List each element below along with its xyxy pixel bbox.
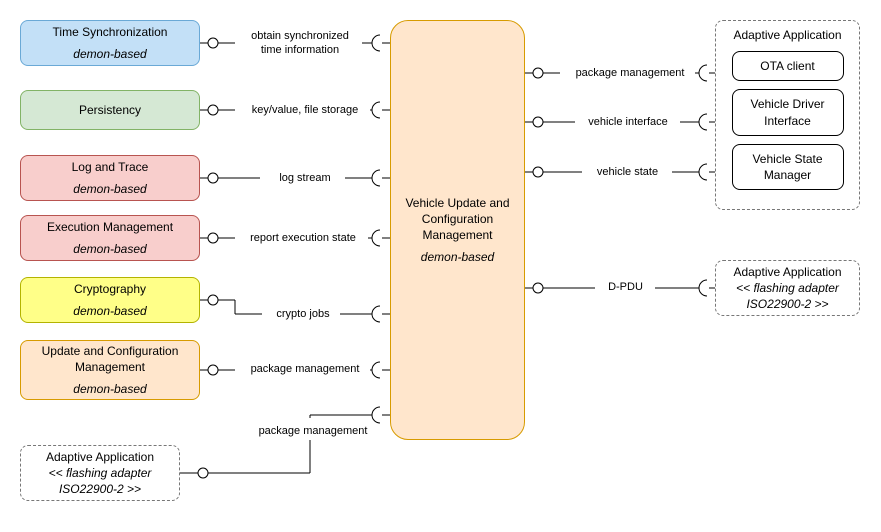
node-ucm: Update and Configuration Management demo… [20, 340, 200, 400]
central-subtitle: demon-based [421, 249, 494, 265]
inner-ota: OTA client [732, 51, 844, 81]
inner-driver-interface: Vehicle Driver Interface [732, 89, 844, 135]
node-title: Adaptive Application [733, 264, 841, 280]
node-subtitle: demon-based [73, 46, 146, 62]
node-line1: << flashing adapter [736, 280, 839, 296]
node-subtitle: demon-based [73, 303, 146, 319]
node-adaptive-right: Adaptive Application << flashing adapter… [715, 260, 860, 316]
label-c5: package management [240, 363, 370, 377]
label-r3: D-PDU [598, 281, 653, 295]
node-title: Persistency [79, 102, 141, 118]
node-subtitle: demon-based [73, 381, 146, 397]
label-c2: log stream [265, 172, 345, 186]
node-subtitle: demon-based [73, 241, 146, 257]
node-persistency: Persistency [20, 90, 200, 130]
label-r2: vehicle state [585, 166, 670, 180]
node-title: Cryptography [74, 281, 146, 297]
node-title: Time Synchronization [53, 24, 168, 40]
label-r1: vehicle interface [578, 116, 678, 130]
label-c1: key/value, file storage [240, 104, 370, 118]
node-line2: ISO22900-2 >> [746, 296, 828, 312]
node-central: Vehicle Update and Configuration Managem… [390, 20, 525, 440]
central-title: Vehicle Update and Configuration Managem… [397, 195, 518, 244]
inner-state-manager: Vehicle State Manager [732, 144, 844, 190]
node-title: Adaptive Application [46, 449, 154, 465]
label-c4: crypto jobs [268, 308, 338, 322]
label-c0: obtain synchronized time information [240, 30, 360, 58]
label-c6: package management [248, 425, 378, 439]
node-line2: ISO22900-2 >> [59, 481, 141, 497]
node-title: Log and Trace [72, 159, 149, 175]
node-title: Execution Management [47, 219, 173, 235]
node-adaptive-left: Adaptive Application << flashing adapter… [20, 445, 180, 501]
node-line1: << flashing adapter [49, 465, 152, 481]
label-r0: package management [565, 67, 695, 81]
node-exec-mgmt: Execution Management demon-based [20, 215, 200, 261]
node-crypto: Cryptography demon-based [20, 277, 200, 323]
node-title: Update and Configuration Management [27, 343, 193, 375]
node-subtitle: demon-based [73, 181, 146, 197]
node-adaptive-group: Adaptive Application OTA client Vehicle … [715, 20, 860, 210]
group-title: Adaptive Application [733, 27, 841, 43]
node-time-sync: Time Synchronization demon-based [20, 20, 200, 66]
label-c3: report execution state [238, 232, 368, 246]
node-log-trace: Log and Trace demon-based [20, 155, 200, 201]
